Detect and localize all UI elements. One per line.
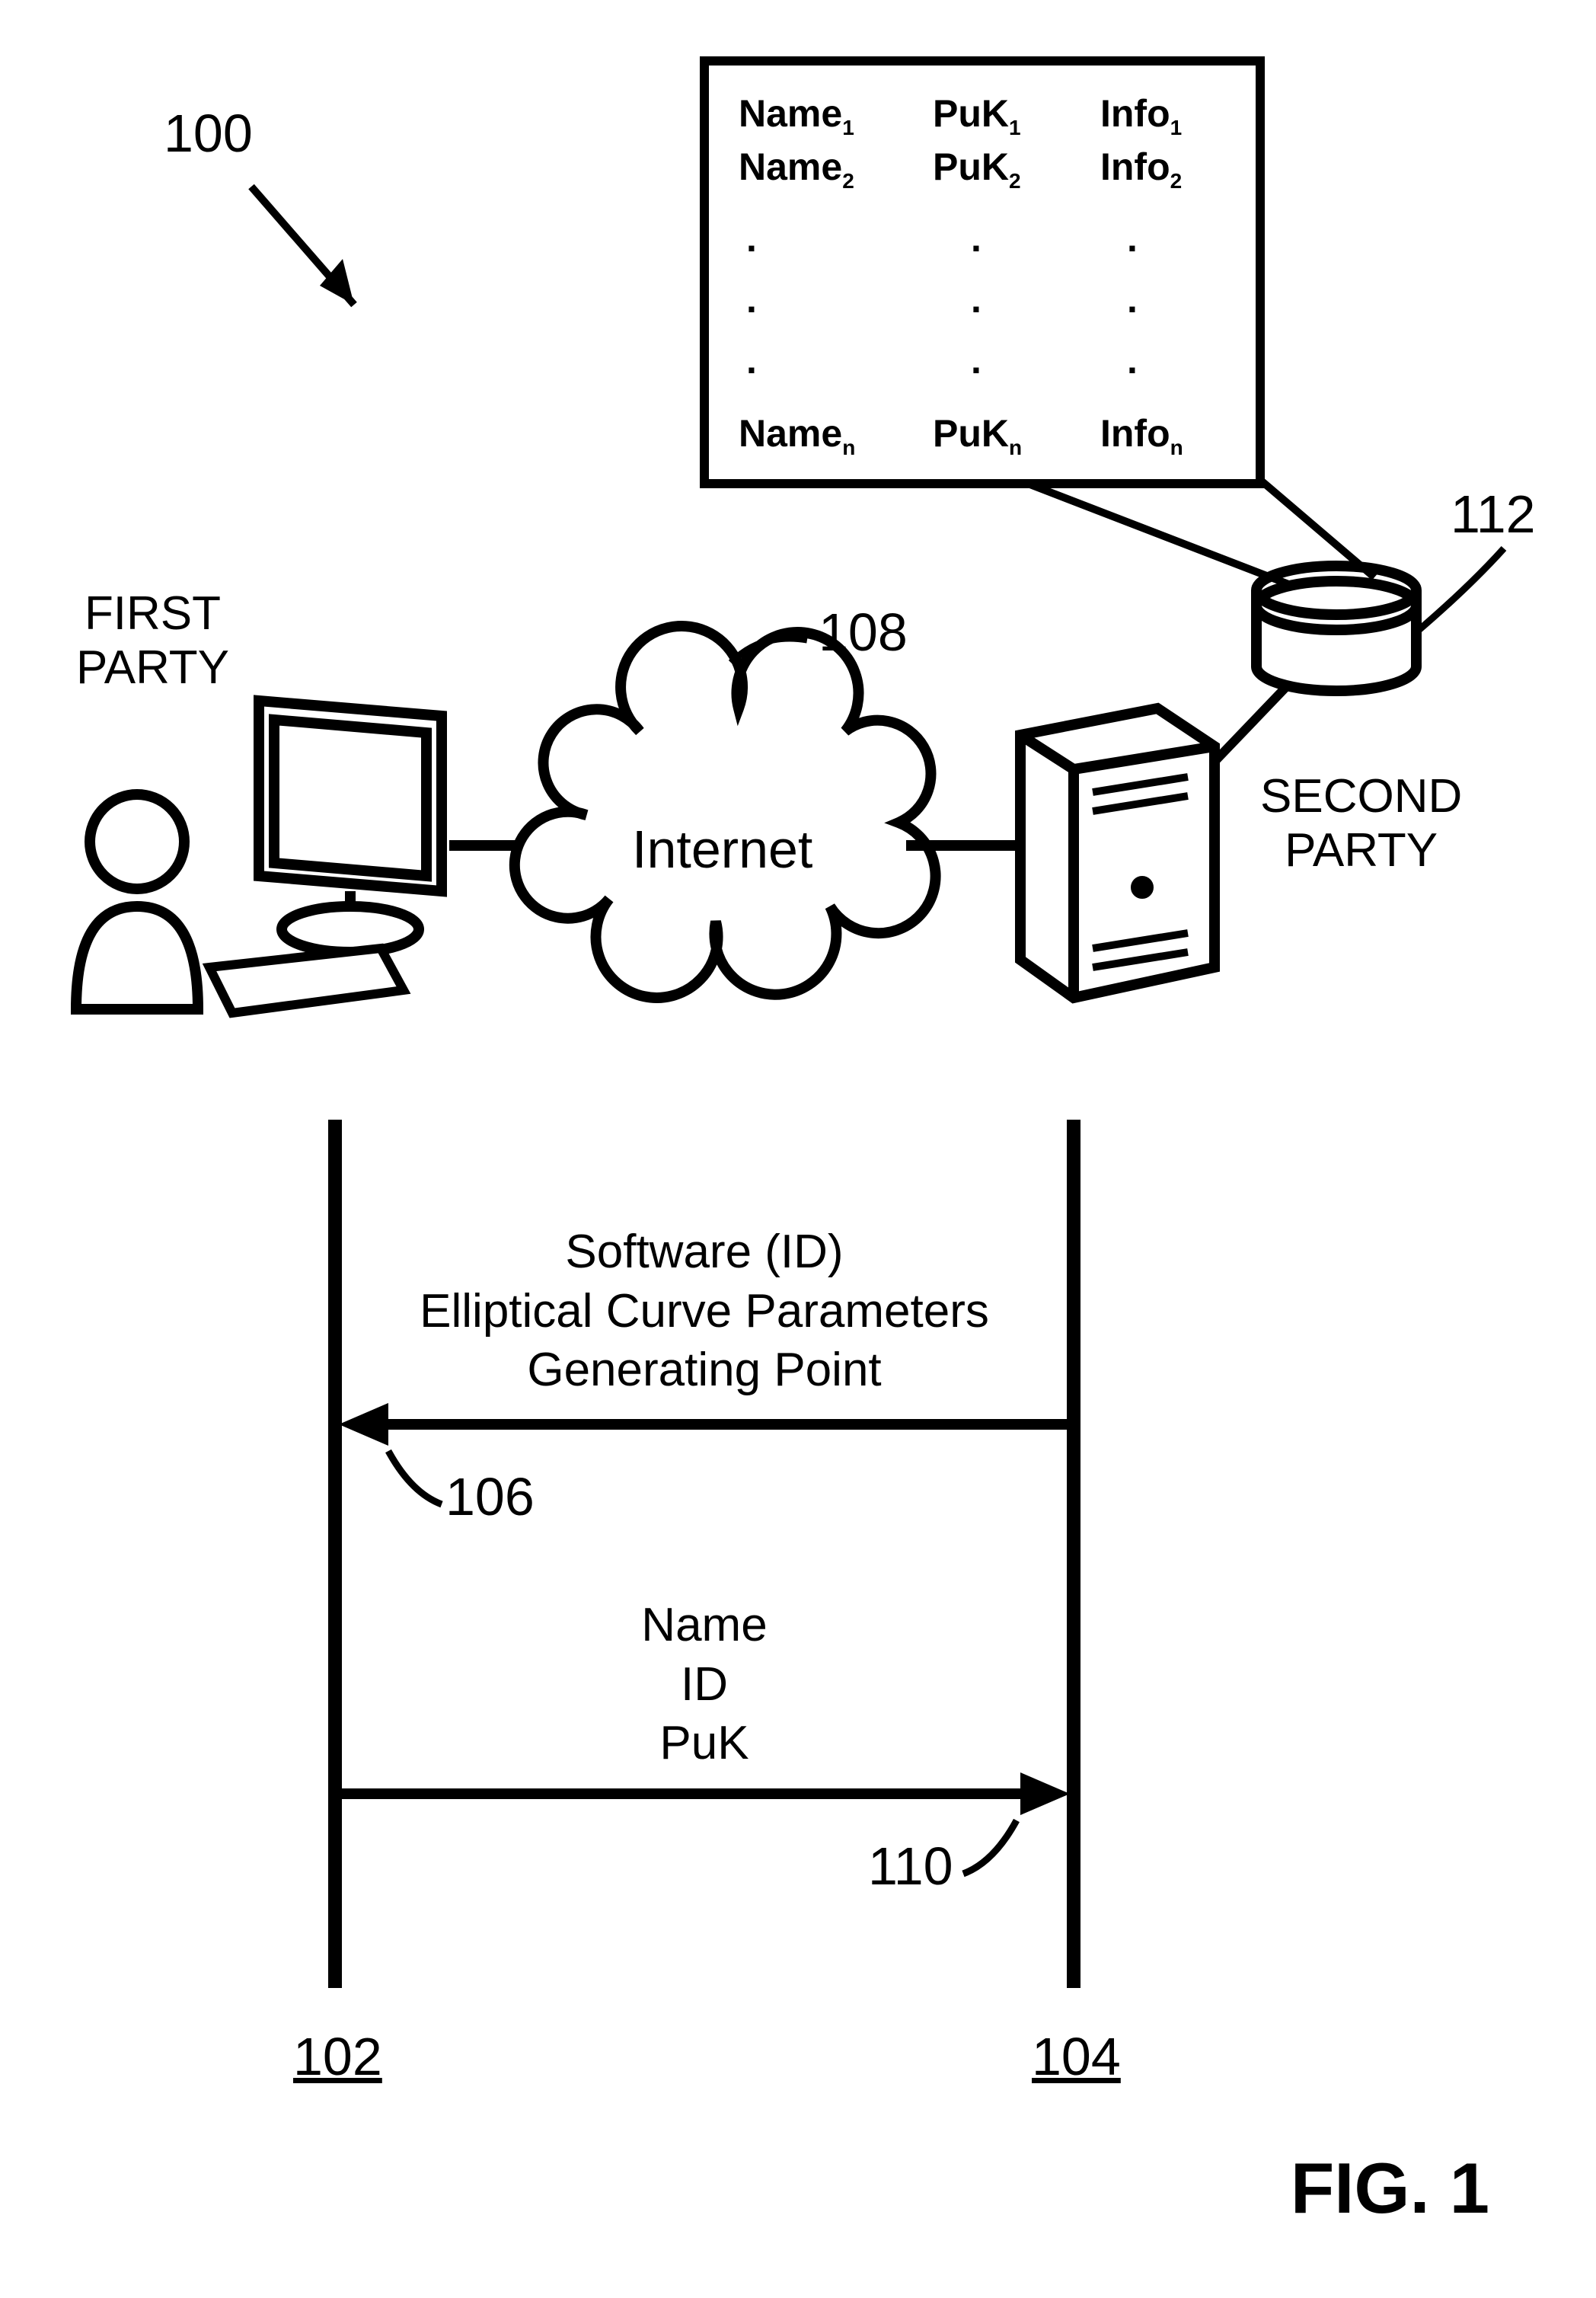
- ref-110: 110: [868, 1836, 953, 1897]
- tbl-r1c3: Info1: [1100, 91, 1182, 140]
- tbl-r1c2: PuK1: [933, 91, 1021, 140]
- msg2-line1: Name: [335, 1596, 1074, 1655]
- svg-text:.: .: [1127, 278, 1138, 321]
- svg-text:.: .: [971, 217, 982, 260]
- tbl-r2c1: Name2: [739, 145, 854, 193]
- tbl-rnc2: PuKn: [933, 411, 1022, 460]
- ref-112: 112: [1451, 484, 1536, 545]
- ref-102: 102: [293, 2026, 382, 2087]
- msg1-line2: Elliptical Curve Parameters: [335, 1282, 1074, 1341]
- tbl-rnc1: Namen: [739, 411, 855, 460]
- svg-text:.: .: [1127, 339, 1138, 382]
- tbl-r2c3: Info2: [1100, 145, 1182, 193]
- ref-108: 108: [819, 602, 908, 663]
- diagram-svg: ... ... ...: [0, 0, 1596, 2298]
- ref-100: 100: [164, 103, 253, 164]
- svg-text:.: .: [1127, 217, 1138, 260]
- cloud-label: Internet: [632, 819, 812, 880]
- ref-104: 104: [1032, 2026, 1121, 2087]
- svg-text:.: .: [746, 339, 757, 382]
- ref-106: 106: [445, 1466, 535, 1527]
- label-first-party: FIRST PARTY: [76, 586, 229, 695]
- tbl-r1c1: Name1: [739, 91, 854, 140]
- figure-caption: FIG. 1: [1291, 2147, 1489, 2229]
- tbl-rnc3: Infon: [1100, 411, 1183, 460]
- svg-text:.: .: [971, 278, 982, 321]
- figure-page: { "figure": { "caption": "FIG. 1", "refe…: [0, 0, 1596, 2298]
- msg1-line1: Software (ID): [335, 1223, 1074, 1282]
- msg2-line3: PuK: [335, 1714, 1074, 1773]
- svg-text:.: .: [971, 339, 982, 382]
- msg2-line2: ID: [335, 1655, 1074, 1715]
- tbl-r2c2: PuK2: [933, 145, 1021, 193]
- svg-text:.: .: [746, 278, 757, 321]
- label-second-party: SECOND PARTY: [1260, 769, 1462, 878]
- svg-text:.: .: [746, 217, 757, 260]
- msg1-line3: Generating Point: [335, 1341, 1074, 1400]
- msg1: Software (ID) Elliptical Curve Parameter…: [335, 1223, 1074, 1400]
- msg2: Name ID PuK: [335, 1596, 1074, 1773]
